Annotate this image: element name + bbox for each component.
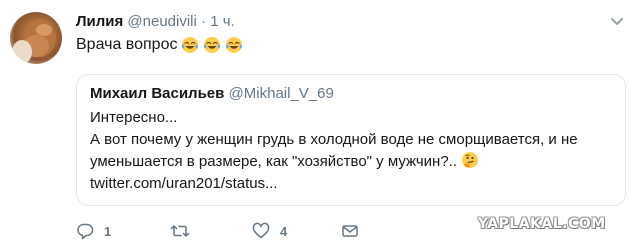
quoted-author-handle: @Mikhail_V_69 [228,85,334,102]
tears-of-joy-emoji-icon [203,36,221,54]
quoted-line: уменьшается в размере, как "хозяйство" у… [90,153,458,170]
timestamp[interactable]: 1 ч. [210,13,235,30]
quoted-tweet-header: Михаил Васильев @Mikhail_V_69 [90,84,613,104]
tweet-header: Лилия @neudivili · 1 ч. [76,13,235,31]
quoted-line-with-emoji: уменьшается в размере, как "хозяйство" у… [90,151,613,173]
tweet-text: Врача вопрос [76,34,243,56]
envelope-icon [342,225,358,237]
author-handle[interactable]: @neudivili [127,13,196,30]
avatar[interactable] [10,12,62,64]
retweet-icon [170,225,190,237]
quoted-line: Интересно... [90,109,178,126]
watermark: YAPLAKAL.COM [478,216,606,232]
quoted-tweet-body: Интересно... А вот почему у женщин грудь… [90,107,613,195]
retweet-button[interactable] [170,222,200,240]
heart-icon [252,222,270,239]
tweet-actions: 1 4 [76,222,376,244]
like-count: 4 [280,223,288,239]
quoted-author-name: Михаил Васильев [90,85,225,102]
tears-of-joy-emoji-icon [225,36,243,54]
direct-message-button[interactable] [341,222,359,240]
thinking-face-emoji-icon [461,151,479,169]
tweet: Лилия @neudivili · 1 ч. Врача вопрос Мих… [0,0,640,252]
reply-count: 1 [104,223,112,239]
quoted-link[interactable]: twitter.com/uran201/status... [90,173,613,195]
like-button[interactable]: 4 [252,222,287,240]
chevron-down-icon[interactable] [607,14,627,30]
reply-icon [77,223,94,240]
quoted-line: А вот почему у женщин грудь в холодной в… [90,131,578,148]
tears-of-joy-emoji-icon [181,36,199,54]
tweet-body: Врача вопрос [76,36,178,53]
separator: · [201,13,207,30]
quoted-tweet[interactable]: Михаил Васильев @Mikhail_V_69 Интересно.… [76,74,626,206]
author-name[interactable]: Лилия [76,13,123,30]
reply-button[interactable]: 1 [76,222,111,240]
